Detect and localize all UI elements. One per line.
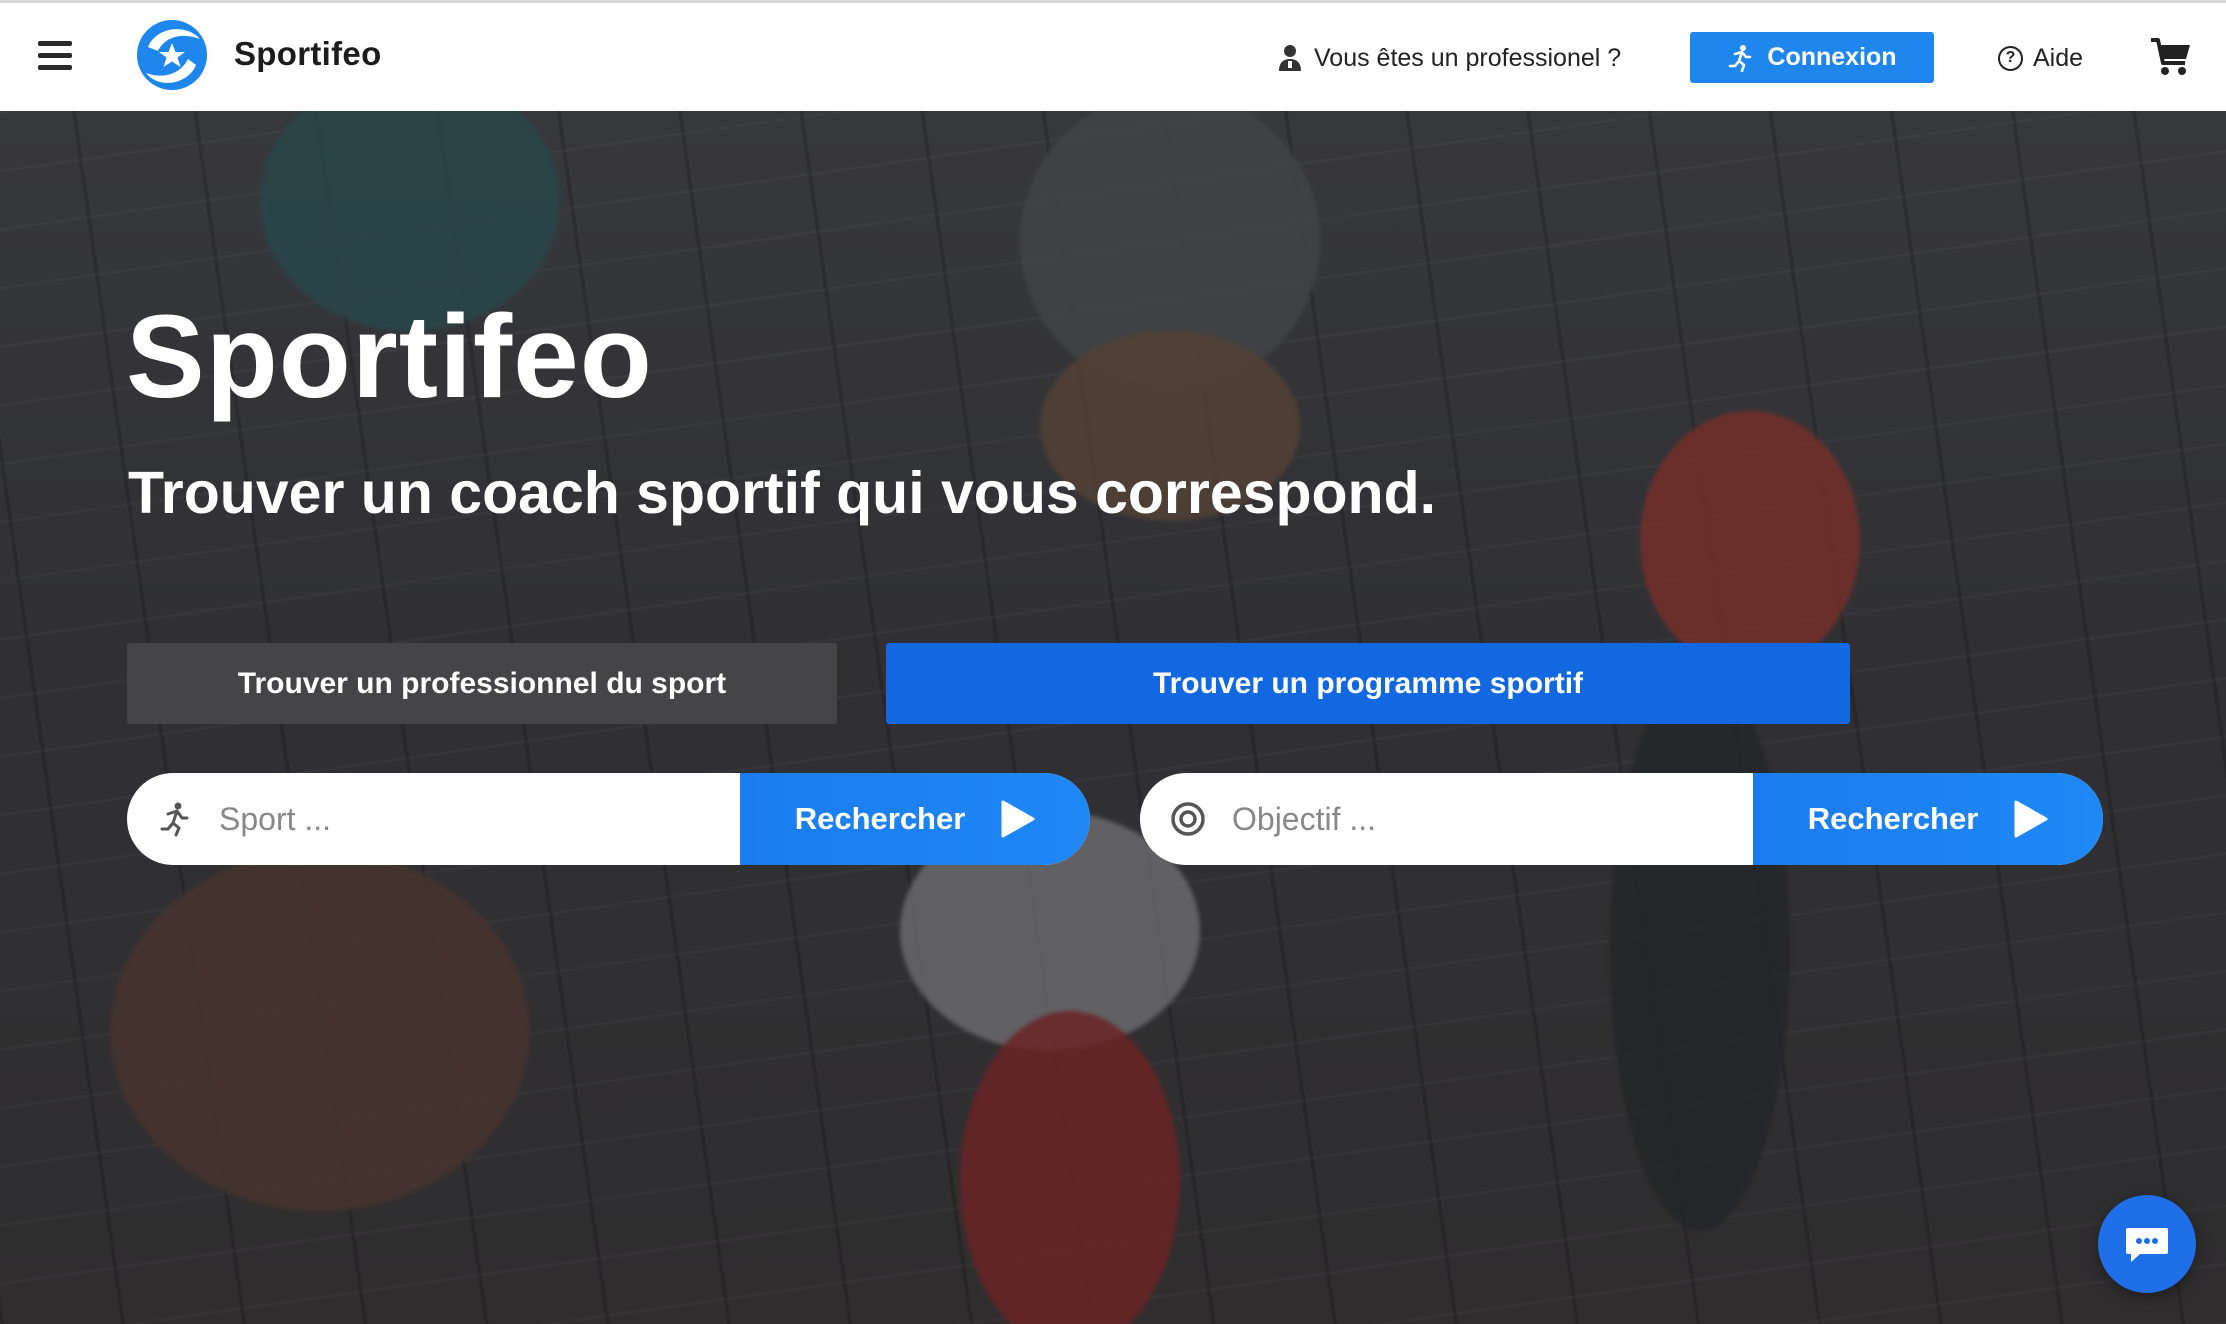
login-button[interactable]: Connexion	[1690, 32, 1934, 83]
sport-search-button[interactable]: Rechercher	[740, 773, 1090, 865]
question-circle-icon: ?	[1998, 45, 2023, 71]
running-person-icon	[160, 802, 189, 837]
goal-search-bar: Rechercher	[1140, 773, 2103, 865]
hero-title: Sportifeo	[126, 291, 653, 423]
play-triangle-icon	[2014, 800, 2048, 838]
professional-link[interactable]: Vous êtes un professionel ?	[1278, 41, 1621, 75]
help-label: Aide	[2033, 43, 2084, 72]
page: Sportifeo Vous êtes un professionel ? Co…	[0, 0, 2226, 1324]
play-triangle-icon	[1001, 800, 1035, 838]
hamburger-menu-icon[interactable]	[38, 41, 72, 71]
goal-search-button-label: Rechercher	[1807, 801, 1979, 836]
help-link[interactable]: ? Aide	[1998, 41, 2083, 75]
brand-name[interactable]: Sportifeo	[234, 35, 382, 73]
tab-find-professional[interactable]: Trouver un professionnel du sport	[127, 643, 837, 724]
tab-find-program[interactable]: Trouver un programme sportif	[886, 643, 1850, 724]
hero-section: Sportifeo Trouver un coach sportif qui v…	[0, 111, 2226, 1324]
hero-subtitle: Trouver un coach sportif qui vous corres…	[128, 460, 1437, 526]
sport-search-field	[127, 773, 740, 865]
user-icon	[1279, 45, 1301, 71]
sport-search-button-label: Rechercher	[794, 801, 966, 836]
running-person-icon	[1729, 44, 1752, 72]
sport-search-bar: Rechercher	[127, 773, 1090, 865]
sport-search-input[interactable]	[219, 800, 740, 838]
goal-search-button[interactable]: Rechercher	[1753, 773, 2103, 865]
goal-search-field	[1140, 773, 1753, 865]
shopping-cart-icon[interactable]	[2150, 35, 2192, 77]
professional-link-label: Vous êtes un professionel ?	[1314, 43, 1622, 72]
sportifeo-logo-icon[interactable]	[134, 17, 210, 93]
goal-search-input[interactable]	[1232, 800, 1753, 838]
chat-button[interactable]	[2098, 1195, 2196, 1293]
top-navbar: Sportifeo Vous êtes un professionel ? Co…	[0, 0, 2226, 111]
target-icon	[1171, 802, 1205, 836]
login-button-label: Connexion	[1767, 43, 1897, 71]
chat-bubble-icon	[2126, 1228, 2168, 1262]
